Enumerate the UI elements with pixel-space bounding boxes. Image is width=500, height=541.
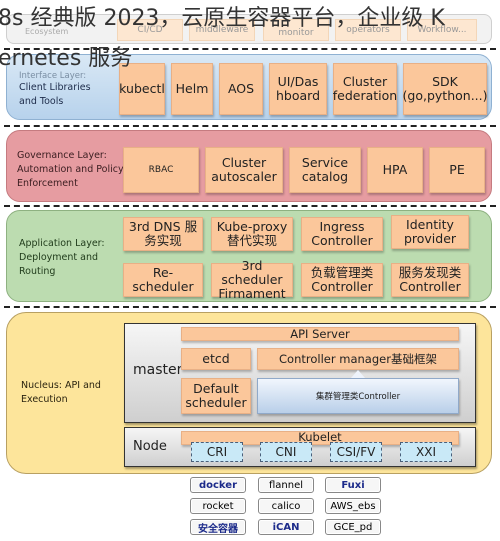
plugin-ican: iCAN [258,519,314,535]
governance-item-cluster-autoscaler: Cluster autoscaler [205,147,283,193]
nucleus-layer-label: Nucleus: API and Execution [21,380,101,405]
layer-divider [4,205,496,207]
application-layer-label: Application Layer: Deployment and Routin… [19,238,105,277]
node-label: Node [133,439,167,454]
interface-item-federation: Cluster federation [333,63,397,115]
plugin-secure-container: 安全容器 [190,519,246,535]
nucleus-layer: Nucleus: API and Execution master API Se… [6,312,492,474]
cluster-controller: 集群管理类Controller [257,378,459,414]
governance-item-pe: PE [429,147,485,193]
plugin-fuxi: Fuxi [325,477,381,493]
plugin-rocket: rocket [190,498,246,514]
node-interface-cri: CRI [191,442,243,462]
etcd: etcd [181,348,251,370]
cluster-controller-label: 集群管理类Controller [315,392,401,402]
governance-layer-label: Governance Layer: Automation and Policy … [17,150,124,189]
plugin-flannel: flannel [258,477,314,493]
application-layer: Application Layer: Deployment and Routin… [6,210,492,302]
interface-item-aos: AOS [219,63,263,115]
node-interface-xxi: XXI [400,442,452,462]
governance-item-service-catalog: Service catalog [289,147,361,193]
application-item: 3rd DNS 服务实现 [123,217,203,251]
application-item: 3rd scheduler Firmament [211,259,293,301]
governance-layer: Governance Layer: Automation and Policy … [6,130,492,202]
node-box: Node Kubelet CRI CNI CSI/FV XXI [124,427,476,467]
master-box: master API Server etcd Controller manage… [124,323,476,423]
arrow-up-icon [351,370,365,378]
application-item: Ingress Controller [301,217,383,251]
node-interface-csi: CSI/FV [330,442,382,462]
application-item: Identity provider [391,215,469,249]
default-scheduler: Default scheduler [181,378,251,414]
plugin-gce-pd: GCE_pd [325,519,381,535]
controller-manager: Controller manager基础框架 [257,348,459,370]
application-item: Kube-proxy替代实现 [211,217,293,251]
plugin-calico: calico [258,498,314,514]
governance-item-hpa: HPA [367,147,423,193]
application-item: 负载管理类 Controller [301,263,383,297]
interface-item-helm: Helm [171,63,213,115]
overlay-title-line2: ernetes 服务 [0,46,133,71]
overlay-title-line1: 8s 经典版 2023，云原生容器平台，企业级 K [0,6,445,31]
plugin-aws-ebs: AWS_ebs [325,498,381,514]
interface-layer-label: Client Libraries and Tools [19,82,91,107]
node-interface-cni: CNI [260,442,312,462]
interface-item-sdk: SDK (go,python...) [403,63,488,115]
application-item: Re-scheduler [123,263,203,297]
governance-item-rbac: RBAC [123,147,199,193]
api-server: API Server [181,327,459,341]
plugin-docker: docker [190,477,246,493]
application-item: 服务发现类 Controller [391,263,469,297]
layer-divider [4,306,496,308]
layer-divider [4,125,496,127]
master-label: master [133,362,183,378]
interface-item-dashboard: UI/Dashboard [269,63,327,115]
